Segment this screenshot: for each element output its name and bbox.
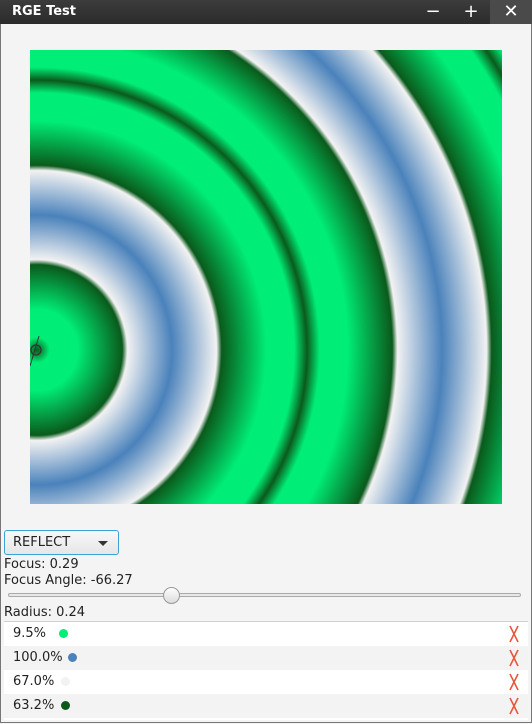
minimize-button[interactable]: − (414, 0, 452, 24)
stop-color-swatch (59, 629, 68, 638)
stop-color-swatch (61, 677, 70, 686)
window-title: RGE Test (12, 4, 76, 19)
delete-stop-icon[interactable] (508, 672, 520, 692)
title-bar: RGE Test − + ✕ (0, 0, 532, 24)
chevron-down-icon (98, 541, 108, 546)
focus-label: Focus: 0.29 (4, 557, 79, 572)
delete-stop-icon[interactable] (508, 696, 520, 716)
stop-row[interactable]: 63.2% (4, 694, 528, 718)
gradient-fill (30, 50, 502, 504)
stop-row[interactable]: 9.5% (4, 622, 528, 646)
cycle-method-dropdown[interactable]: REFLECT (4, 530, 119, 555)
delete-stop-icon[interactable] (508, 624, 520, 644)
stop-color-swatch (68, 653, 77, 662)
stop-percent: 9.5% (13, 626, 47, 641)
stop-percent: 63.2% (13, 698, 55, 713)
focus-angle-label: Focus Angle: -66.27 (4, 573, 133, 588)
stop-color-swatch (61, 701, 70, 710)
focus-angle-slider-track[interactable] (8, 593, 521, 597)
focus-angle-slider-thumb[interactable] (163, 587, 180, 604)
stop-percent: 67.0% (13, 674, 55, 689)
stops-list: 9.5% 100.0% 67.0% 63.2% (4, 621, 528, 720)
gradient-preview[interactable] (30, 50, 502, 504)
radius-label: Radius: 0.24 (4, 605, 86, 620)
stop-percent: 100.0% (13, 650, 63, 665)
stop-row[interactable]: 67.0% (4, 670, 528, 694)
cycle-method-value: REFLECT (13, 535, 71, 550)
delete-stop-icon[interactable] (508, 648, 520, 668)
close-button[interactable]: ✕ (490, 0, 532, 24)
stop-row[interactable]: 100.0% (4, 646, 528, 670)
maximize-button[interactable]: + (452, 0, 490, 24)
